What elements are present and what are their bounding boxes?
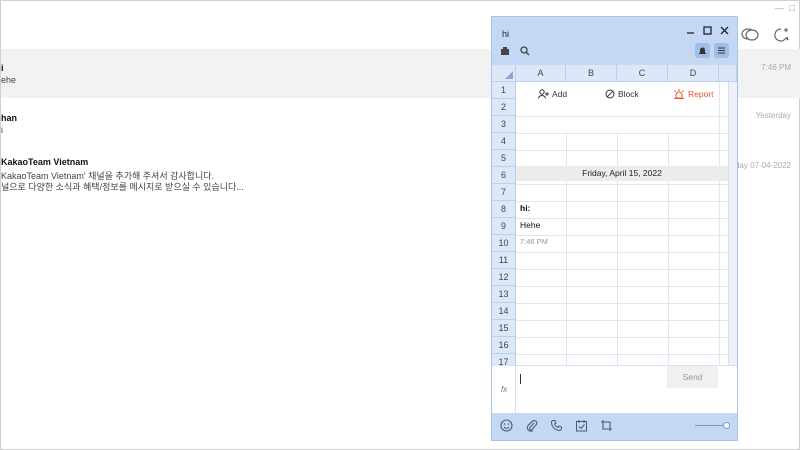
notification-button[interactable] [695, 43, 710, 58]
row-header[interactable]: 17 [492, 354, 516, 365]
phone-icon[interactable] [550, 419, 563, 432]
row-header[interactable]: 6 [492, 167, 516, 184]
message-text: Hehe [520, 220, 541, 230]
minimize-icon[interactable] [686, 26, 695, 35]
drawer-icon[interactable] [500, 46, 510, 56]
fx-label: fx [501, 385, 508, 394]
row-header[interactable]: 8 [492, 201, 516, 218]
report-button[interactable]: Report [673, 89, 714, 99]
new-chat-icon[interactable] [773, 27, 789, 43]
chat-title: hi [502, 29, 510, 39]
bell-icon [699, 47, 706, 54]
sender-name: hi: [520, 203, 531, 213]
row-header[interactable]: 15 [492, 320, 516, 337]
vertical-scrollbar[interactable] [728, 82, 737, 365]
column-header[interactable]: D [668, 65, 719, 82]
grid-line [516, 320, 728, 321]
window-controls: — □ [775, 3, 795, 13]
chat-name: i [1, 63, 4, 73]
chat-preview: 널으로 다양한 소식과 혜택/정보를 메시지로 받으실 수 있습니다... [1, 182, 244, 192]
message-input[interactable] [516, 366, 667, 414]
maximize-icon[interactable] [703, 26, 712, 35]
grid-line [516, 116, 728, 117]
siren-icon [674, 89, 684, 99]
close-icon[interactable] [720, 26, 729, 35]
chat-name: KakaoTeam Vietnam [1, 157, 89, 167]
select-all-corner[interactable] [492, 65, 516, 82]
row-header[interactable]: 10 [492, 235, 516, 252]
column-header[interactable]: C [617, 65, 668, 82]
minimize-icon[interactable]: — [775, 3, 784, 13]
chat-preview: i [1, 125, 3, 135]
calendar-icon[interactable] [575, 419, 588, 432]
grid-line [516, 252, 728, 253]
grid-line [516, 150, 728, 151]
row-header[interactable]: 12 [492, 269, 516, 286]
column-header[interactable]: A [516, 65, 566, 82]
grid-line [516, 286, 728, 287]
chat-right-tools [695, 43, 729, 58]
attachment-icon[interactable] [525, 419, 538, 432]
grid-line [516, 235, 728, 236]
grid-line [719, 82, 720, 365]
send-button[interactable]: Send [667, 366, 718, 388]
row-header[interactable]: 16 [492, 337, 516, 354]
menu-icon [718, 47, 725, 54]
block-label: Block [618, 89, 639, 99]
chat-bottom-toolbar [492, 413, 737, 440]
maximize-icon[interactable]: □ [790, 3, 795, 13]
grid-line [516, 133, 728, 134]
grid-line [516, 337, 728, 338]
row-header[interactable]: 4 [492, 133, 516, 150]
date-divider: Friday, April 15, 2022 [516, 166, 728, 181]
add-user-icon [538, 89, 549, 99]
emoticon-icon[interactable] [500, 419, 513, 432]
block-button[interactable]: Block [605, 89, 639, 99]
chat-window: hi A B C D 1 2 3 4 5 6 7 8 9 10 11 12 13 14 15 16 17 [491, 16, 738, 441]
grid-line [516, 201, 728, 202]
chat-time: 7:46 PM [761, 63, 791, 72]
add-label: Add [552, 89, 568, 99]
menu-button[interactable] [714, 43, 729, 58]
top-toolbar [741, 27, 789, 43]
report-label: Report [688, 89, 714, 99]
row-header[interactable]: 1 [492, 82, 516, 99]
chat-toolbar [500, 46, 530, 56]
row-header[interactable]: 5 [492, 150, 516, 167]
row-header[interactable]: 3 [492, 116, 516, 133]
search-icon[interactable] [520, 46, 530, 56]
column-header[interactable]: B [566, 65, 617, 82]
row-header[interactable]: 2 [492, 99, 516, 116]
column-header-filler [719, 65, 737, 82]
grid-line [516, 218, 728, 219]
chat-time: Yesterday [755, 111, 791, 120]
grid-line [516, 184, 728, 185]
open-chat-icon[interactable] [741, 27, 759, 43]
row-header[interactable]: 11 [492, 252, 516, 269]
row-header[interactable]: 14 [492, 303, 516, 320]
row-header[interactable]: 9 [492, 218, 516, 235]
message-input-area: fx Send [492, 365, 737, 414]
grid-line [516, 269, 728, 270]
zoom-slider[interactable] [695, 422, 730, 429]
add-friend-button[interactable]: Add [538, 89, 567, 99]
grid-line [516, 303, 728, 304]
screenshot-icon[interactable] [600, 419, 613, 432]
grid-line [516, 354, 728, 355]
row-header[interactable]: 7 [492, 184, 516, 201]
chat-window-controls [686, 26, 729, 35]
row-header[interactable]: 13 [492, 286, 516, 303]
spreadsheet-view: A B C D 1 2 3 4 5 6 7 8 9 10 11 12 13 14 15 16 17 Add Bl… [492, 65, 737, 365]
chat-time: day 07-04-2022 [734, 161, 791, 170]
slider-handle[interactable] [723, 422, 730, 429]
chat-preview: ehe [1, 75, 17, 85]
chat-name: han [1, 113, 18, 123]
block-icon [605, 89, 615, 99]
message-time: 7:46 PM [520, 237, 548, 246]
